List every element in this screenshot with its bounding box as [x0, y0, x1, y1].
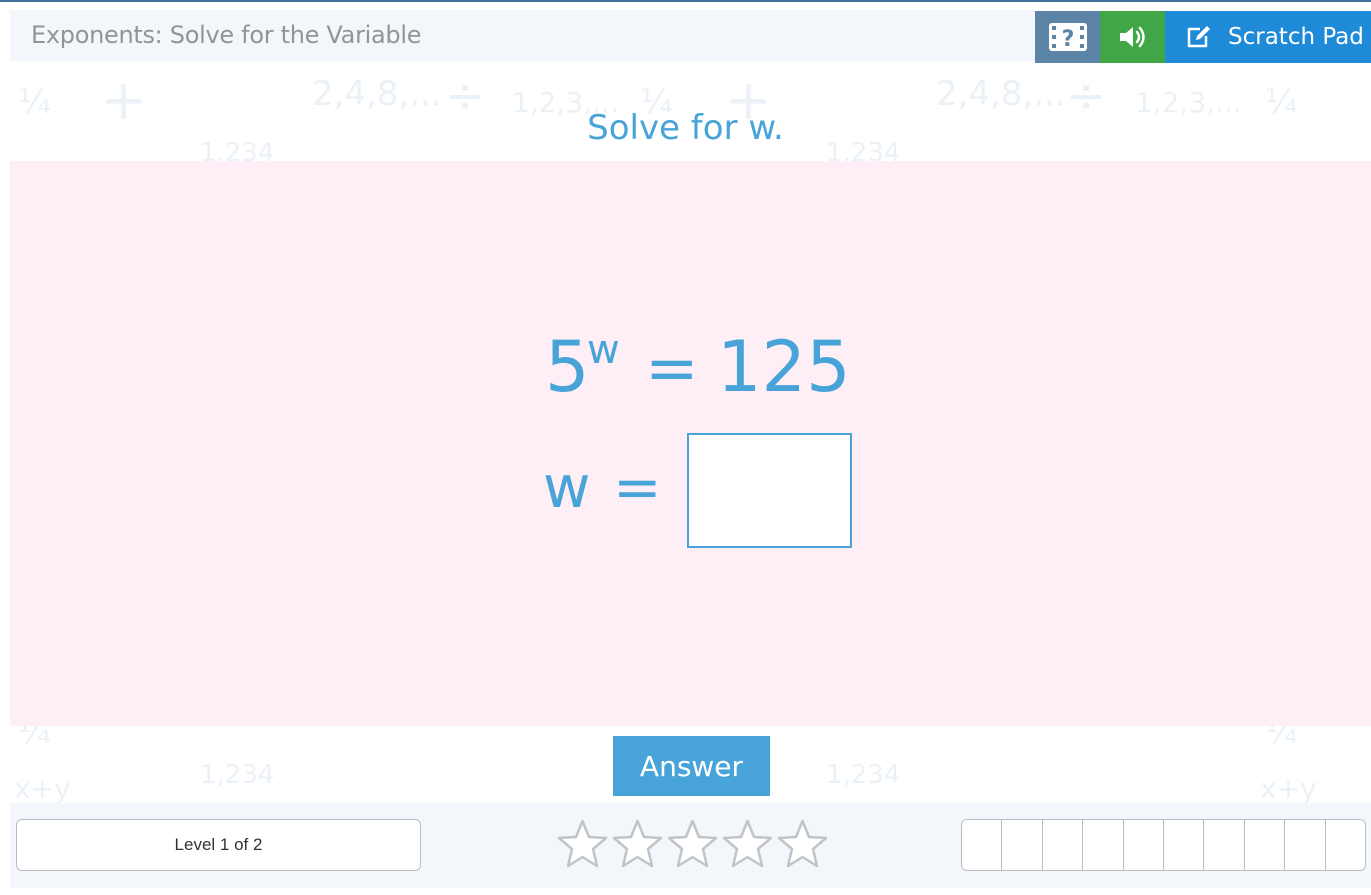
bg-symbol: 1,234 [826, 760, 901, 790]
level-text: Level 1 of 2 [174, 835, 263, 854]
star-rating [555, 818, 830, 870]
header-bar: Exponents: Solve for the Variable [10, 10, 1035, 61]
page-title: Exponents: Solve for the Variable [31, 21, 422, 49]
equation-exponent: w [587, 327, 620, 373]
progress-cell [1002, 820, 1043, 870]
pencil-edit-icon [1186, 25, 1212, 49]
star-outline-icon [612, 819, 663, 868]
svg-text:?: ? [1061, 27, 1074, 52]
progress-cell [1204, 820, 1245, 870]
bg-symbol: x+y [14, 772, 71, 805]
top-border [0, 0, 1371, 2]
bg-symbol: 1,234 [200, 760, 275, 790]
progress-cell [1043, 820, 1084, 870]
question-prompt: Solve for w. [587, 108, 784, 148]
bg-symbol: x+y [1260, 772, 1317, 805]
star-outline-icon [777, 819, 828, 868]
equals-sign: = [613, 453, 662, 521]
equation-rhs: 125 [717, 326, 851, 408]
level-indicator: Level 1 of 2 [16, 819, 421, 871]
solve-variable: w [543, 453, 591, 521]
equation-base: 5 [545, 326, 590, 408]
star-outline-icon [667, 819, 718, 868]
scratch-pad-label: Scratch Pad [1228, 24, 1364, 50]
progress-cell [1285, 820, 1326, 870]
equals-sign: = [645, 332, 699, 406]
progress-cell [1326, 820, 1365, 870]
progress-cell [1164, 820, 1205, 870]
progress-cell [1083, 820, 1124, 870]
answer-input[interactable] [687, 433, 852, 548]
star-outline-icon [557, 819, 608, 868]
progress-cell [1245, 820, 1286, 870]
star-outline-icon [722, 819, 773, 868]
progress-cell [962, 820, 1003, 870]
progress-tracker [961, 819, 1366, 871]
video-help-icon: ? [1048, 23, 1087, 52]
scratch-pad-button[interactable]: Scratch Pad [1165, 11, 1371, 63]
progress-cell [1124, 820, 1165, 870]
answer-button[interactable]: Answer [613, 736, 770, 796]
speaker-icon [1119, 26, 1145, 48]
audio-button[interactable] [1100, 11, 1165, 63]
video-help-button[interactable]: ? [1035, 11, 1100, 63]
